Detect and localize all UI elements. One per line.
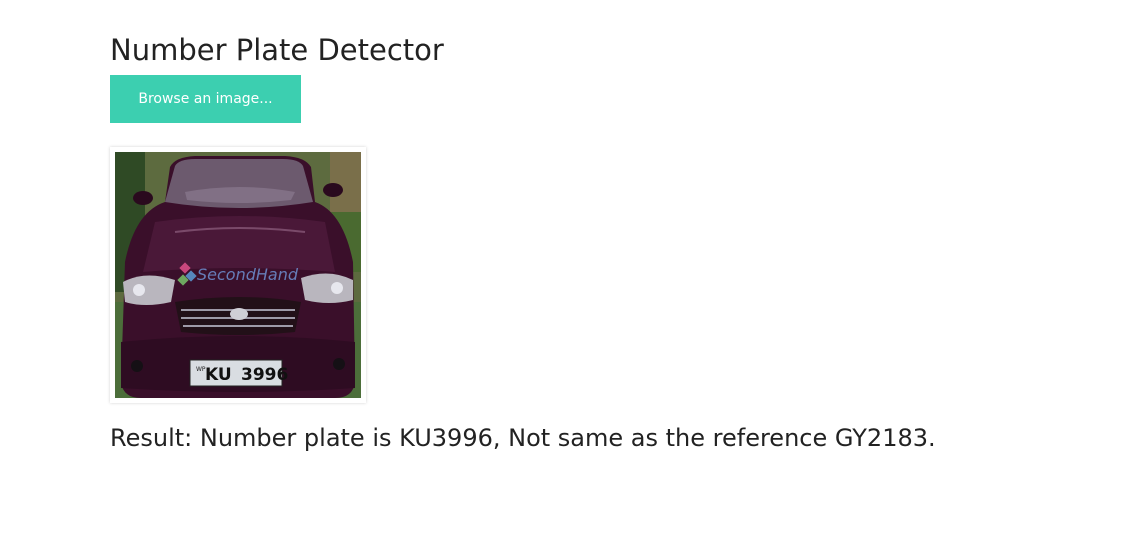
plate-prefix-text: KU bbox=[205, 365, 232, 385]
car-photo: WP KU 3996 SecondHand bbox=[115, 152, 361, 398]
page: Number Plate Detector Browse an image... bbox=[0, 0, 1132, 548]
watermark-text: SecondHand bbox=[197, 265, 299, 284]
browse-image-button[interactable]: Browse an image... bbox=[110, 75, 301, 123]
page-title: Number Plate Detector bbox=[110, 33, 444, 67]
uploaded-image-preview: WP KU 3996 SecondHand bbox=[110, 147, 366, 403]
plate-number-text: 3996 bbox=[241, 365, 288, 385]
detection-result-text: Result: Number plate is KU3996, Not same… bbox=[110, 424, 936, 452]
